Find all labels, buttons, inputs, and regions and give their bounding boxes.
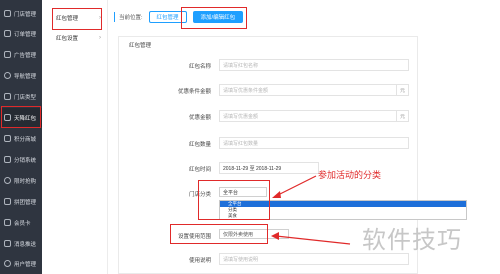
compass-icon: [4, 72, 11, 79]
form-row-name: 红包名称 请填写红包名称: [119, 59, 419, 71]
field-label: 红包时间: [188, 167, 211, 173]
field-label: 设置使用范围: [177, 234, 211, 240]
field-placeholder: 请填写优惠金额: [223, 113, 259, 120]
field-label: 门店分类: [188, 192, 211, 198]
chevron-right-icon: ›: [99, 35, 101, 41]
cart-icon: [4, 135, 11, 142]
group-icon: [4, 198, 11, 205]
menu-icon: [4, 51, 11, 58]
sidebar-item-order-management[interactable]: 订单管理: [0, 24, 42, 43]
sidebar-item-red-packet[interactable]: 天降红包: [0, 108, 42, 127]
annotation-text: 参加活动的分类: [318, 171, 382, 181]
usage-scope-select[interactable]: 仅限外卖使用: [219, 229, 289, 239]
divider: [114, 12, 115, 22]
form-row-category: 门店分类 全平台: [119, 187, 419, 199]
sidebar-item-distribution[interactable]: 分销系统: [0, 150, 42, 169]
store-category-select[interactable]: 全平台: [219, 187, 267, 197]
form-row-discount-amount: 优惠金额 请填写优惠金额 元: [119, 110, 419, 122]
sidebar-item-label: 天降红包: [14, 115, 37, 122]
panel-title: 红包管理: [129, 43, 152, 49]
sidebar-item-label: 门店管理: [14, 11, 37, 18]
sidebar-item-ad-management[interactable]: 广告管理: [0, 45, 42, 64]
sidebar-item-group-buy[interactable]: 拼团管理: [0, 192, 42, 211]
discount-amount-input[interactable]: 请填写优惠金额 元: [219, 110, 409, 122]
sidebar-item-label: 分销系统: [14, 157, 37, 164]
red-packet-quantity-input[interactable]: 请填写红包数量: [219, 137, 409, 149]
watermark-text: 软件技巧: [362, 226, 462, 254]
sidebar-item-push-message[interactable]: 消息推送: [0, 234, 42, 253]
tab-add-edit-red-packet[interactable]: 添加/编辑红包: [192, 11, 244, 23]
sidebar-item-label: 消息推送: [14, 241, 37, 248]
field-label: 优惠条件金额: [177, 89, 211, 95]
form-row-quantity: 红包数量 请填写红包数量: [119, 137, 419, 149]
field-label: 红包数量: [188, 142, 211, 148]
store-icon: [4, 10, 11, 17]
submenu-item-red-packet-management[interactable]: 红包管理 ›: [56, 12, 102, 24]
date-range-input[interactable]: 2018-11-29 至 2018-11-29: [219, 162, 319, 174]
sidebar-item-nav-management[interactable]: 导航管理: [0, 66, 42, 85]
red-packet-name-input[interactable]: 请填写红包名称: [219, 59, 409, 71]
sidebar-item-label: 订单管理: [14, 31, 37, 38]
share-icon: [4, 156, 11, 163]
tab-red-packet-management[interactable]: 红包管理: [148, 11, 187, 23]
main-sidebar: 门店管理 订单管理 广告管理 导航管理 门店类型 天降红包 积分商城 分销系统 …: [0, 0, 42, 274]
list-icon: [4, 30, 11, 37]
field-label: 使用说明: [188, 258, 211, 264]
field-label: 优惠金额: [188, 115, 211, 121]
field-label: 红包名称: [188, 64, 211, 70]
sidebar-item-store-type[interactable]: 门店类型: [0, 87, 42, 106]
sidebar-item-flash-sale[interactable]: 限时抢购: [0, 171, 42, 190]
sidebar-item-user-management[interactable]: 用户管理: [0, 254, 42, 273]
submenu-item-label: 红包设置: [56, 36, 79, 42]
sidebar-item-label: 门店类型: [14, 94, 37, 101]
unit-label: 元: [396, 111, 408, 121]
sidebar-item-label: 限时抢购: [14, 178, 37, 185]
unit-label: 元: [396, 85, 408, 95]
bell-icon: [4, 240, 11, 247]
submenu-item-label: 红包管理: [56, 16, 79, 22]
sidebar-item-label: 会员卡: [14, 220, 31, 227]
chevron-right-icon: ›: [99, 15, 101, 21]
sidebar-item-points-mall[interactable]: 积分商城: [0, 129, 42, 148]
content-topbar: 当前位置: 红包管理 添加/编辑红包: [114, 8, 500, 26]
secondary-menu: 红包管理 › 红包设置 ›: [50, 0, 108, 274]
sidebar-item-label: 拼团管理: [14, 199, 37, 206]
submenu-item-red-packet-settings[interactable]: 红包设置 ›: [56, 32, 102, 44]
clock-icon: [4, 177, 11, 184]
sidebar-item-label: 广告管理: [14, 52, 37, 59]
dropdown-option[interactable]: 美食: [220, 213, 466, 219]
form-row-condition-amount: 优惠条件金额 请填写优惠条件金额 元: [119, 84, 419, 96]
user-icon: [4, 260, 11, 267]
category-dropdown-list: 全平台 分类 美食: [219, 200, 467, 220]
sidebar-item-member-card[interactable]: 会员卡: [0, 213, 42, 232]
field-placeholder: 请填写优惠条件金额: [223, 87, 269, 94]
sidebar-item-label: 积分商城: [14, 136, 37, 143]
grid-icon: [4, 93, 11, 100]
sidebar-item-label: 用户管理: [14, 261, 37, 268]
gift-icon: [4, 114, 11, 121]
breadcrumb-label: 当前位置:: [119, 15, 143, 21]
condition-amount-input[interactable]: 请填写优惠条件金额 元: [219, 84, 409, 96]
sidebar-item-store-management[interactable]: 门店管理: [0, 4, 42, 23]
sidebar-item-label: 导航管理: [14, 73, 37, 80]
card-icon: [4, 219, 11, 226]
